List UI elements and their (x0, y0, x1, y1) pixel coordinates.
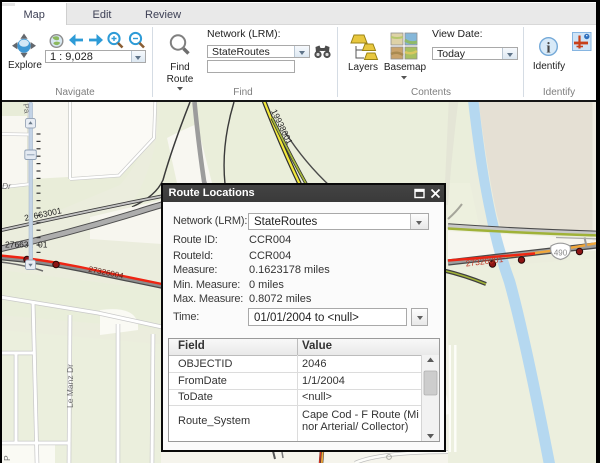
svg-text:Dr: Dr (2, 181, 12, 191)
svg-text:Le Manz Dr: Le Manz Dr (65, 364, 75, 408)
svg-text:i: i (546, 41, 550, 57)
svg-text:P: P (2, 455, 12, 461)
svg-text:490: 490 (554, 249, 568, 258)
